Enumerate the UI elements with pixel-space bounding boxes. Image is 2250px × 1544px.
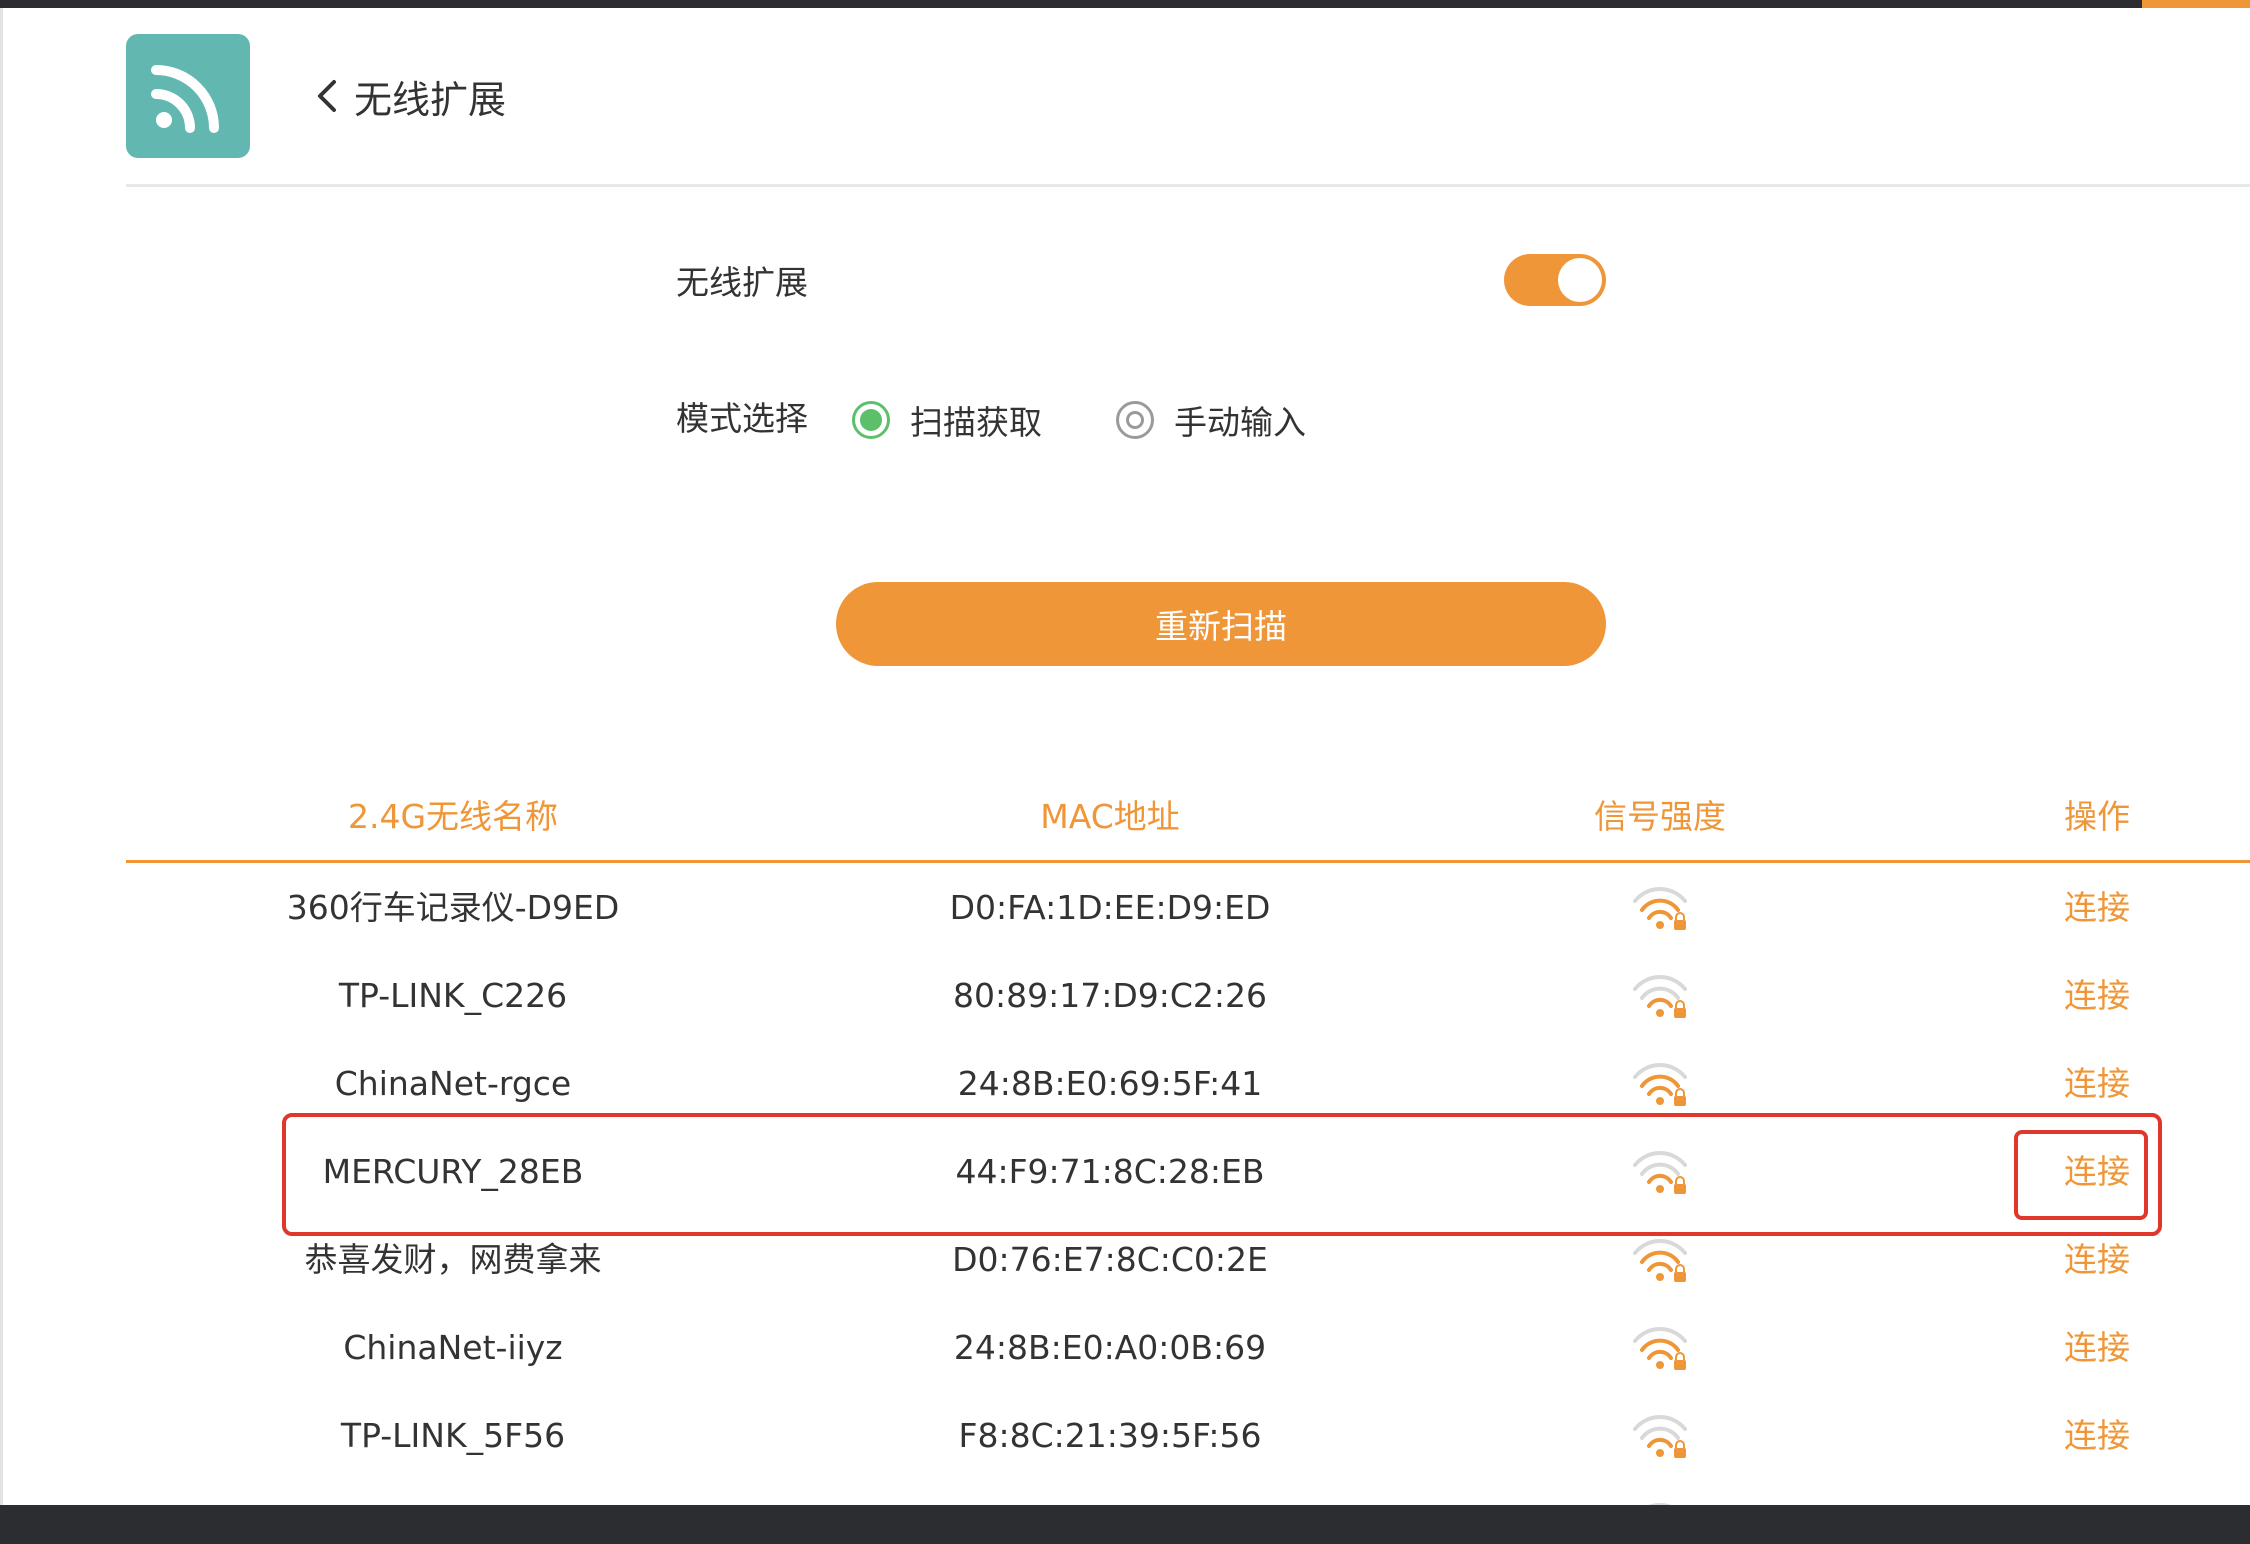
network-name [253, 1480, 653, 1505]
column-header-mac: MAC地址 [1040, 797, 1180, 836]
table-header-divider [126, 860, 2250, 863]
radio-manual-label: 手动输入 [1174, 403, 1306, 442]
table-row: TP-LINK_C226 80:89:17:D9:C2:26 连接 [0, 952, 2250, 1040]
wireless-extend-icon [126, 34, 250, 158]
column-header-action: 操作 [2064, 797, 2130, 836]
network-mac: F8:8C:21:39:5F:56 [958, 1416, 1262, 1455]
connect-button[interactable]: 连接 [2032, 1304, 2162, 1392]
highlight-box-row [282, 1113, 2162, 1236]
connect-button[interactable] [2032, 1480, 2162, 1505]
table-row: 360行车记录仪-D9ED D0:FA:1D:EE:D9:ED 连接 [0, 864, 2250, 952]
radio-scan-label: 扫描获取 [910, 403, 1042, 442]
wireless-extend-toggle[interactable] [1504, 254, 1606, 306]
rescan-button[interactable]: 重新扫描 [836, 582, 1606, 666]
network-name: 360行车记录仪-D9ED [286, 888, 620, 927]
highlight-box-connect [2014, 1130, 2148, 1220]
wifi-locked-icon [1600, 952, 1720, 1040]
network-mac [910, 1480, 1310, 1505]
radio-unselected-icon [1116, 401, 1154, 439]
network-name: TP-LINK_5F56 [340, 1416, 566, 1455]
top-bar [0, 0, 2250, 8]
connect-button[interactable]: 连接 [2032, 1392, 2162, 1480]
header-divider [126, 184, 2250, 187]
connect-button[interactable]: 连接 [2032, 864, 2162, 952]
radio-scan[interactable]: 扫描获取 [852, 396, 1042, 444]
radio-manual[interactable]: 手动输入 [1116, 396, 1306, 444]
table-row: ChinaNet-iiyz 24:8B:E0:A0:0B:69 连接 [0, 1304, 2250, 1392]
chevron-left-icon [318, 80, 336, 112]
page-title: 无线扩展 [354, 77, 507, 122]
network-name: ChinaNet-iiyz [343, 1328, 563, 1367]
wireless-extend-label: 无线扩展 [676, 263, 808, 302]
network-mac: 24:8B:E0:A0:0B:69 [953, 1328, 1267, 1367]
wifi-locked-icon [1600, 1304, 1720, 1392]
wifi-locked-icon [1600, 1480, 1720, 1505]
top-bar-accent [2142, 0, 2250, 8]
network-mac: 80:89:17:D9:C2:26 [953, 976, 1267, 1015]
network-mac: D0:FA:1D:EE:D9:ED [949, 888, 1271, 927]
wifi-locked-icon [1600, 864, 1720, 952]
table-row: TP-LINK_5F56 F8:8C:21:39:5F:56 连接 [0, 1392, 2250, 1480]
column-header-name: 2.4G无线名称 [347, 797, 559, 836]
column-header-signal: 信号强度 [1594, 797, 1726, 836]
table-row [0, 1480, 2250, 1505]
toggle-knob [1558, 258, 1602, 302]
network-name: TP-LINK_C226 [338, 976, 568, 1015]
mode-label: 模式选择 [676, 399, 808, 438]
bottom-bar [0, 1505, 2250, 1544]
wifi-locked-icon [1600, 1392, 1720, 1480]
connect-button[interactable]: 连接 [2032, 952, 2162, 1040]
radio-selected-icon [852, 401, 890, 439]
rss-icon [151, 65, 219, 133]
back-button[interactable]: 无线扩展 [312, 68, 506, 124]
